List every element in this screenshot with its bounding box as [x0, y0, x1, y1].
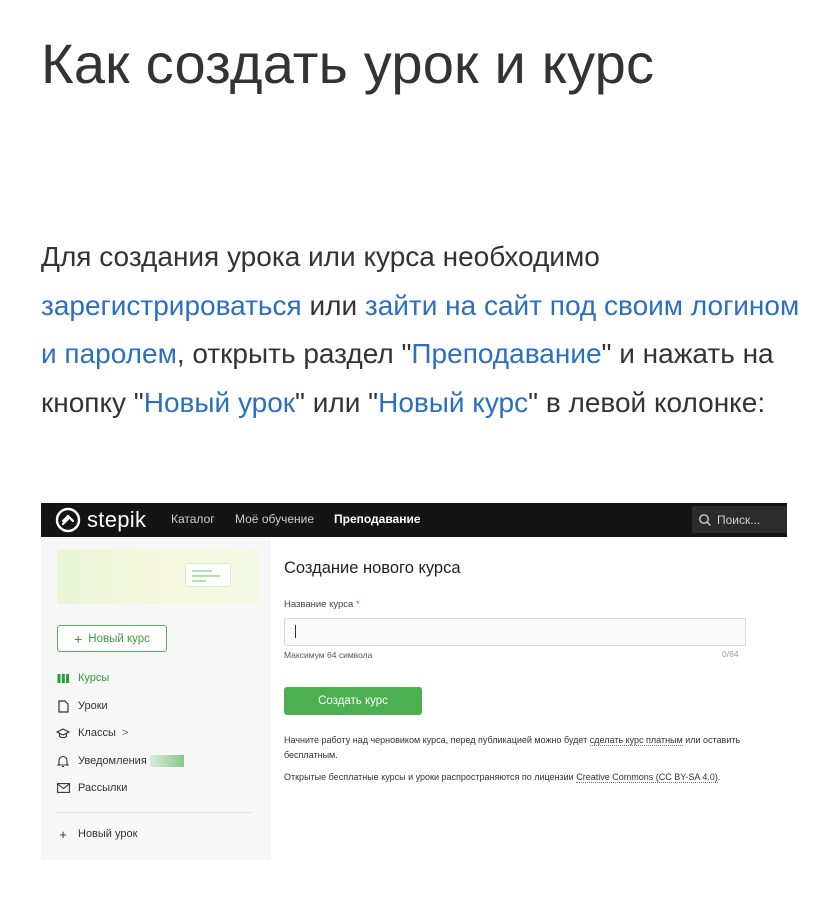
license-link[interactable]: Creative Commons (CC BY-SA 4.0)	[576, 772, 718, 783]
new-course-link[interactable]: Новый курс	[378, 387, 528, 418]
max-length-hint: Максимум 64 символа	[284, 650, 373, 660]
nav-catalog[interactable]: Каталог	[171, 512, 215, 526]
sidebar-item-label: Уроки	[78, 700, 108, 712]
sidebar-item-classes[interactable]: Классы >	[56, 726, 128, 740]
books-icon	[56, 671, 70, 685]
course-name-label: Название курса *	[284, 599, 360, 610]
draft-notice: Начните работу над черновиком курса, пер…	[284, 733, 754, 762]
paid-course-link[interactable]: сделать курс платным	[589, 735, 683, 746]
sidebar-item-notifications[interactable]: Уведомления	[56, 754, 184, 768]
sidebar-item-mailings[interactable]: Рассылки	[56, 781, 127, 795]
plus-icon: +	[59, 826, 67, 842]
document-icon	[56, 699, 70, 713]
sidebar-item-new-lesson[interactable]: + Новый урок	[56, 826, 138, 842]
banner-illustration	[185, 563, 231, 587]
sidebar-item-label: Классы	[78, 727, 116, 739]
char-counter: 0/64	[722, 649, 739, 659]
text-caret	[295, 625, 296, 638]
nav-my-learning[interactable]: Моё обучение	[235, 512, 314, 526]
stepik-logo-icon	[55, 507, 81, 533]
intro-text: , открыть раздел "	[176, 338, 412, 369]
form-title: Создание нового курса	[284, 559, 461, 577]
notice-text: Открытые бесплатные курсы и уроки распро…	[284, 772, 577, 782]
intro-text: или	[301, 289, 365, 321]
search-placeholder: Поиск...	[717, 512, 761, 527]
topbar: stepik Каталог Моё обучение Преподавание…	[41, 503, 787, 537]
graduation-cap-icon	[56, 726, 70, 740]
page-title: Как создать урок и курс	[41, 32, 655, 95]
notice-text: .	[717, 772, 721, 782]
new-lesson-link[interactable]: Новый урок	[144, 387, 295, 418]
new-course-button[interactable]: + Новый курс	[57, 625, 167, 652]
sidebar-item-label: Новый урок	[78, 828, 138, 840]
logo-text: stepik	[87, 507, 147, 532]
course-name-input[interactable]	[284, 618, 746, 646]
bell-icon	[56, 754, 70, 768]
mail-icon	[56, 781, 70, 795]
promo-banner[interactable]	[57, 549, 259, 604]
chevron-right-icon: >	[121, 727, 129, 739]
create-course-button[interactable]: Создать курс	[284, 687, 422, 715]
sidebar: + Новый курс Курсы Уроки Классы > Уведом…	[41, 537, 271, 860]
intro-text: " в левой колонке:	[528, 386, 766, 418]
new-course-label: Новый курс	[88, 632, 150, 645]
search-icon	[699, 513, 711, 526]
search-input[interactable]: Поиск...	[692, 506, 787, 533]
notification-badge	[149, 755, 184, 767]
stepik-logo[interactable]: stepik	[55, 507, 146, 533]
nav-teaching[interactable]: Преподавание	[334, 512, 421, 526]
sidebar-item-courses[interactable]: Курсы	[56, 671, 109, 685]
intro-text: " или "	[295, 386, 379, 418]
plus-icon: +	[74, 630, 83, 647]
sidebar-item-label: Курсы	[78, 672, 110, 684]
teaching-link[interactable]: Преподавание	[411, 338, 601, 369]
intro-text: Для создания урока или курса необходимо	[41, 241, 600, 272]
sidebar-item-lessons[interactable]: Уроки	[56, 699, 108, 713]
sidebar-item-label: Уведомления	[78, 755, 147, 767]
required-mark: *	[355, 599, 360, 610]
sidebar-item-label: Рассылки	[78, 782, 128, 794]
sidebar-divider	[56, 812, 252, 813]
course-name-label-text: Название курса	[284, 599, 354, 610]
intro-paragraph: Для создания урока или курса необходимо …	[41, 233, 801, 427]
license-notice: Открытые бесплатные курсы и уроки распро…	[284, 770, 754, 785]
register-link[interactable]: зарегистрироваться	[41, 290, 302, 321]
stepik-screenshot: stepik Каталог Моё обучение Преподавание…	[41, 503, 787, 860]
notice-text: Начните работу над черновиком курса, пер…	[284, 735, 590, 745]
